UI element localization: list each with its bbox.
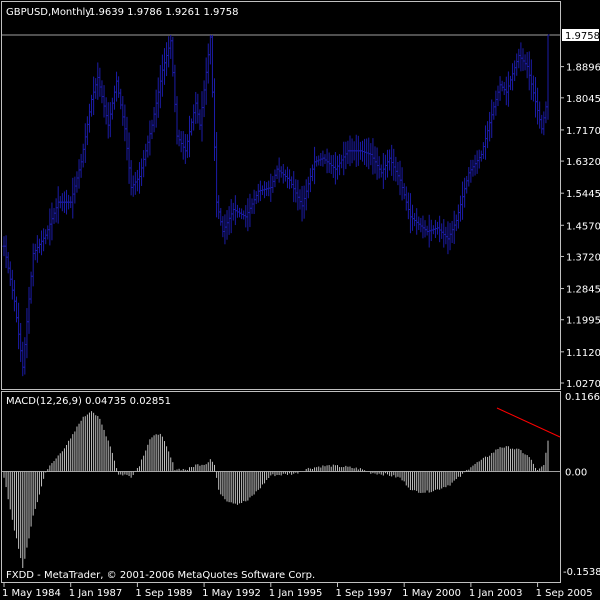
price-axis-label: 1.7170 bbox=[566, 126, 600, 137]
time-axis-label: 1 Jan 2003 bbox=[469, 588, 523, 599]
macd-axis-zero: 0.00 bbox=[565, 467, 587, 478]
price-axis-label: 1.2845 bbox=[566, 285, 600, 296]
macd-axis-top: 0.11662 bbox=[565, 392, 600, 403]
chart-window[interactable]: GBPUSD,Monthly 1.9639 1.9786 1.9261 1.97… bbox=[0, 0, 600, 600]
macd-indicator-label: MACD(12,26,9) 0.04735 0.02851 bbox=[6, 396, 171, 407]
symbol-timeframe-label: GBPUSD,Monthly bbox=[6, 7, 91, 18]
price-axis-label: 1.1120 bbox=[566, 348, 600, 359]
current-price-tag: 1.9758 bbox=[562, 29, 600, 42]
time-axis-label: 1 Jan 1987 bbox=[69, 588, 123, 599]
price-axis-label: 1.1995 bbox=[566, 316, 600, 327]
price-axis-label: 1.3720 bbox=[566, 252, 600, 263]
time-axis-label: 1 May 1992 bbox=[202, 588, 261, 599]
time-axis-label: 1 May 1984 bbox=[2, 588, 61, 599]
time-axis-label: 1 Jan 1995 bbox=[269, 588, 323, 599]
time-axis-label: 1 Sep 2005 bbox=[536, 588, 593, 599]
copyright-label: FXDD - MetaTrader, © 2001-2006 MetaQuote… bbox=[6, 570, 315, 581]
time-axis-label: 1 Sep 1997 bbox=[335, 588, 392, 599]
time-axis-label: 1 May 2000 bbox=[402, 588, 461, 599]
price-axis-label: 1.4570 bbox=[566, 221, 600, 232]
ohlc-values-label: 1.9639 1.9786 1.9261 1.9758 bbox=[89, 7, 239, 18]
price-axis-label: 1.8045 bbox=[566, 94, 600, 105]
price-axis-label: 1.0270 bbox=[566, 379, 600, 390]
price-axis-label: 1.8896 bbox=[566, 63, 600, 74]
current-price-tag-text: 1.9758 bbox=[565, 31, 600, 42]
price-axis-label: 1.5445 bbox=[566, 189, 600, 200]
macd-axis-bottom: -0.15382 bbox=[563, 567, 600, 578]
time-axis-label: 1 Sep 1989 bbox=[135, 588, 192, 599]
price-axis-label: 1.6320 bbox=[566, 157, 600, 168]
